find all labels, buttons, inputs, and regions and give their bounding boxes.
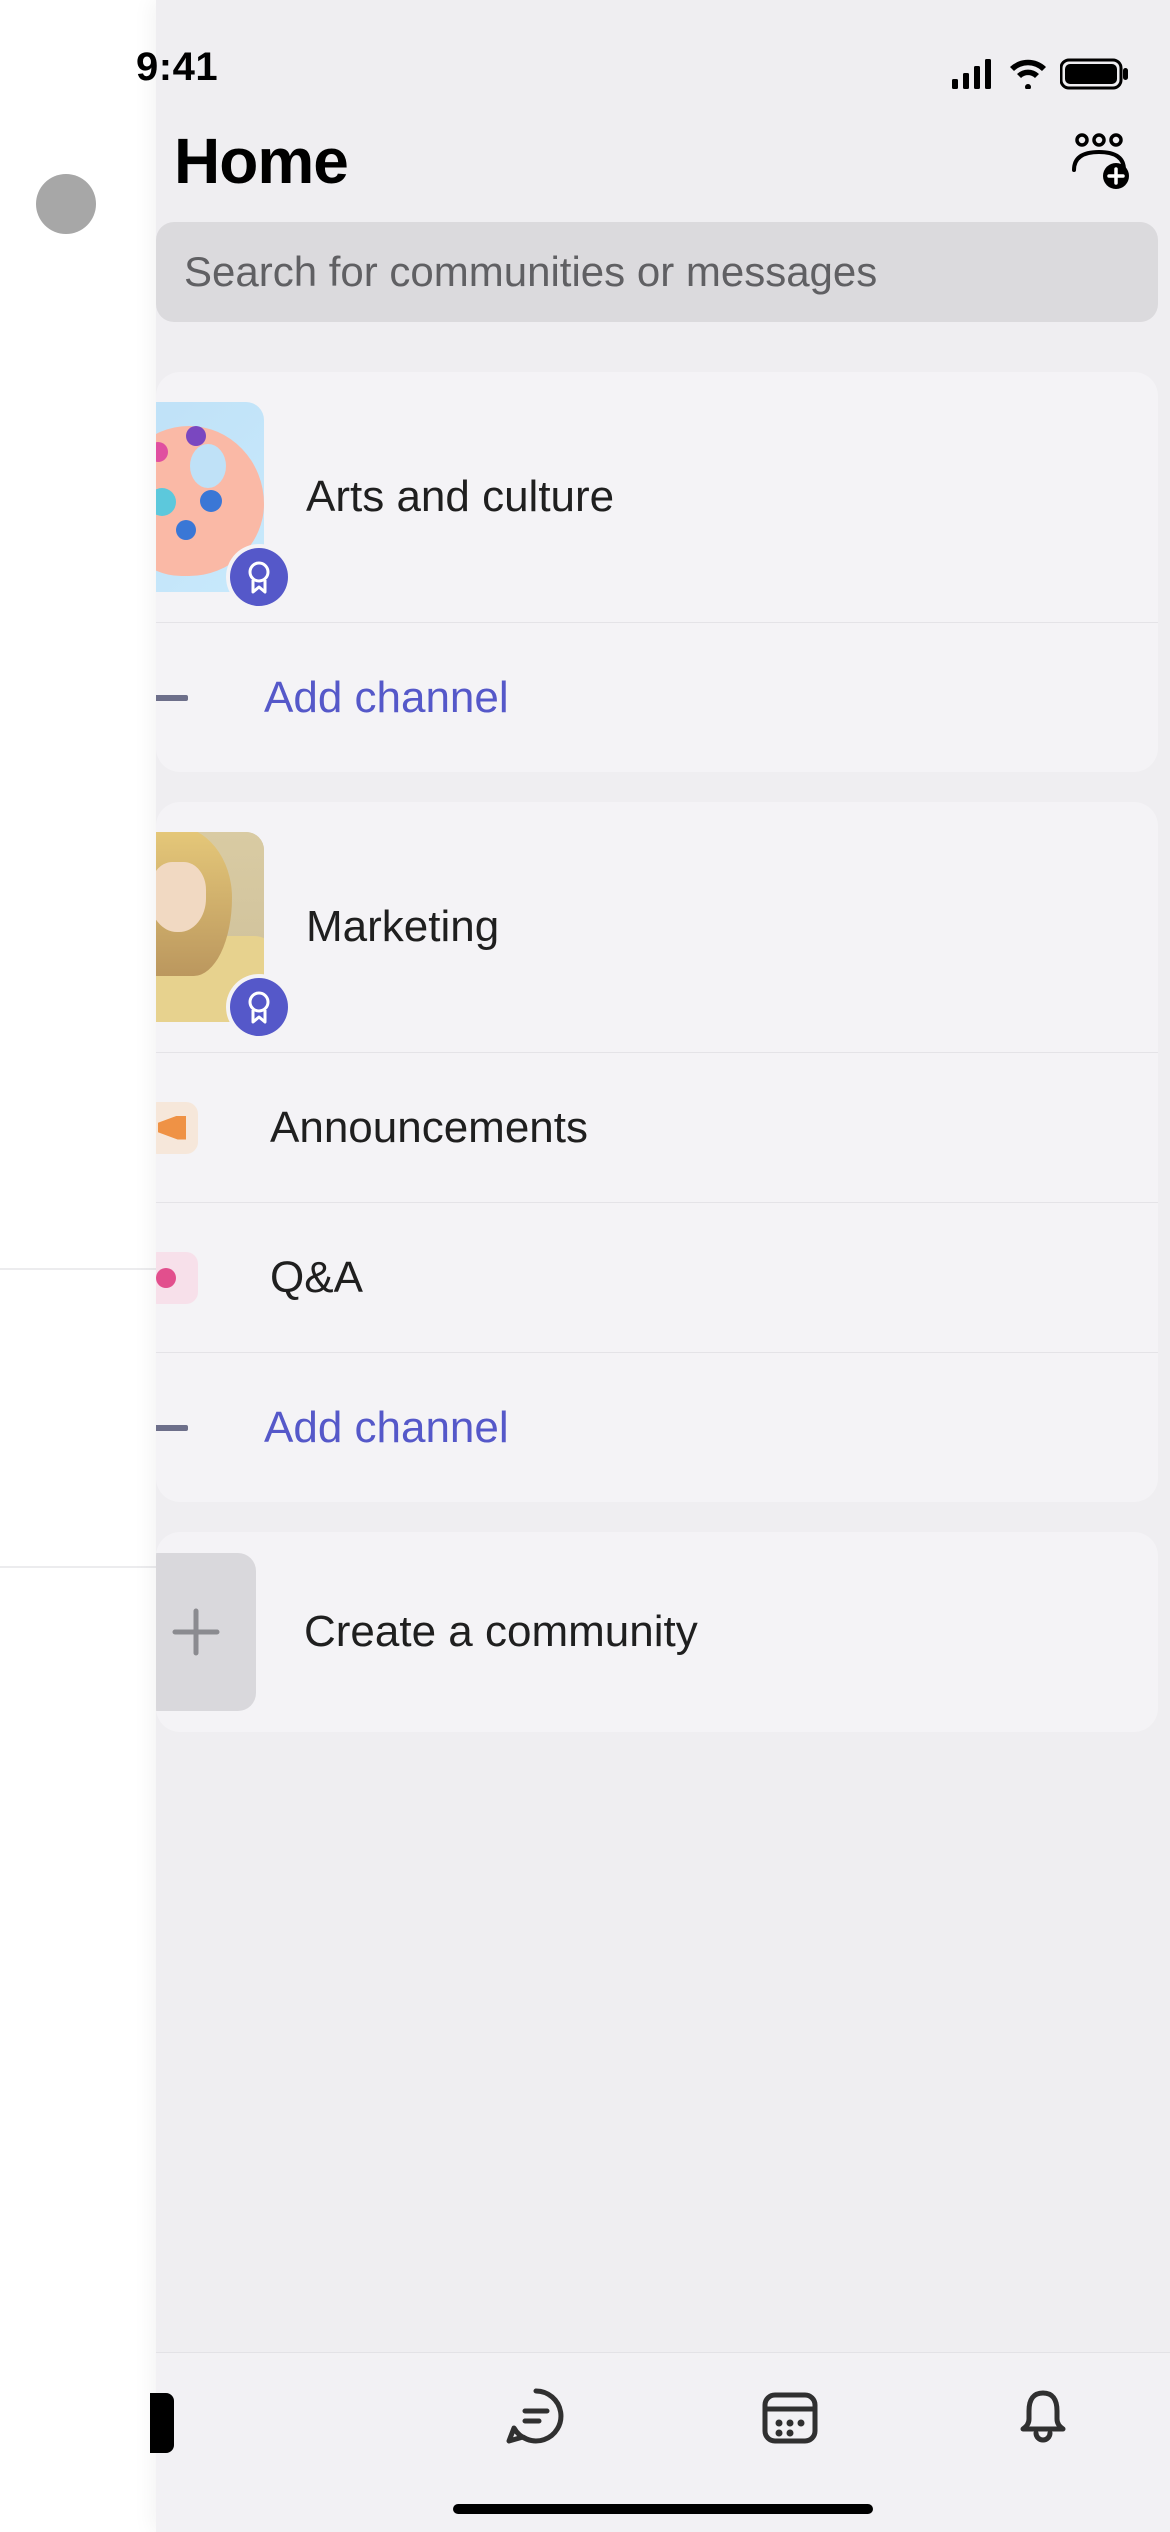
minus-icon	[156, 1425, 188, 1431]
megaphone-icon	[156, 1102, 198, 1154]
cellular-icon	[952, 59, 996, 89]
previous-screen-sliver	[0, 0, 156, 2532]
create-community-icon-button[interactable]	[1068, 130, 1130, 192]
add-channel-label: Add channel	[264, 673, 509, 723]
add-channel-row-arts[interactable]: Add channel	[156, 622, 1158, 772]
community-card-marketing: Marketing Announcements Q&A Add channel	[156, 802, 1158, 1502]
calendar-icon	[757, 2383, 823, 2449]
owner-badge-icon	[230, 548, 288, 606]
qa-icon	[156, 1252, 198, 1304]
status-icons	[952, 58, 1130, 90]
community-row-marketing[interactable]: Marketing	[156, 802, 1158, 1052]
page-title: Home	[174, 124, 348, 198]
channel-name: Q&A	[270, 1253, 363, 1303]
wifi-icon	[1008, 59, 1048, 89]
divider	[0, 1268, 156, 1270]
channel-row-announcements[interactable]: Announcements	[156, 1052, 1158, 1202]
battery-icon	[1060, 58, 1130, 90]
minus-icon	[156, 695, 188, 701]
channel-name: Announcements	[270, 1103, 588, 1153]
tab-home-active-sliver[interactable]	[150, 2393, 174, 2453]
people-plus-icon	[1068, 130, 1130, 192]
home-panel: 9:41 Home Search for communities or mess…	[156, 0, 1170, 2532]
search-input[interactable]: Search for communities or messages	[156, 222, 1158, 322]
tab-calendar[interactable]	[663, 2383, 917, 2449]
plus-icon	[171, 1607, 221, 1657]
plus-tile	[156, 1553, 256, 1711]
chat-icon	[503, 2383, 569, 2449]
header: Home	[156, 100, 1170, 222]
add-channel-label: Add channel	[264, 1403, 509, 1453]
add-channel-row-marketing[interactable]: Add channel	[156, 1352, 1158, 1502]
create-community-row[interactable]: Create a community	[156, 1532, 1158, 1732]
create-community-label: Create a community	[304, 1607, 698, 1657]
search-placeholder: Search for communities or messages	[184, 248, 877, 296]
tab-activity[interactable]	[917, 2383, 1170, 2449]
bell-icon	[1010, 2383, 1076, 2449]
avatar-placeholder	[36, 174, 96, 234]
community-row-arts[interactable]: Arts and culture	[156, 372, 1158, 622]
tab-chat[interactable]	[410, 2383, 664, 2449]
divider	[0, 1566, 156, 1568]
community-avatar-marketing	[156, 832, 264, 1022]
create-community-card: Create a community	[156, 1532, 1158, 1732]
status-time: 9:41	[136, 45, 218, 90]
community-card-arts: Arts and culture Add channel	[156, 372, 1158, 772]
community-name: Arts and culture	[306, 472, 614, 522]
owner-badge-icon	[230, 978, 288, 1036]
home-indicator[interactable]	[453, 2504, 873, 2514]
community-avatar-arts	[156, 402, 264, 592]
status-bar: 9:41	[156, 0, 1170, 100]
channel-row-qa[interactable]: Q&A	[156, 1202, 1158, 1352]
community-name: Marketing	[306, 902, 499, 952]
